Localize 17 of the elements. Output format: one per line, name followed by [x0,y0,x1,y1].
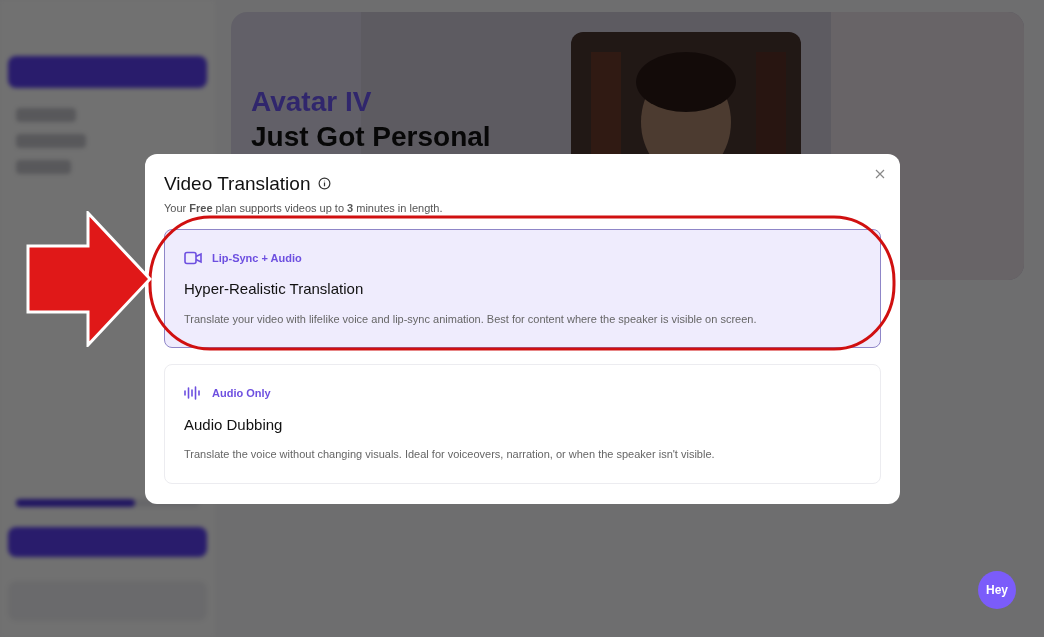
option-card[interactable]: Audio Only Audio Dubbing Translate the voice without changing visuals. Ideal for voiceovers, narration, or when the speaker isn't visible. [164,364,881,484]
option-description: Translate the voice without changing visuals. Ideal for voiceovers, narration, or when the speaker isn't visible. [184,447,716,462]
video-camera-icon [184,250,202,265]
dialog-title: Video Translation [164,174,311,193]
option-title: Audio Dubbing [184,414,284,435]
banner-accent: Avatar IV [251,85,373,119]
sound-wave-icon [184,386,202,401]
close-icon [875,169,885,179]
option-tag: Audio Only [212,385,271,402]
option-description: Translate your video with lifelike voice and lip-sync animation. Best for content where the speaker is visible on screen. [184,311,758,327]
dialog-subtitle: Your Free plan supports videos up to 3 minutes in length. [164,201,444,216]
chat-button[interactable]: Hey [978,571,1016,609]
banner-title: Just Got Personal [251,120,492,154]
option-tag: Lip-Sync + Audio [212,249,302,266]
option-card[interactable]: Lip-Sync + Audio Hyper-Realistic Translation Translate your video with lifelike voice and lip-sync animation. Best for content where the speaker is visible on screen. [164,228,881,348]
option-title: Hyper-Realistic Translation [184,279,365,299]
info-icon [318,177,332,190]
